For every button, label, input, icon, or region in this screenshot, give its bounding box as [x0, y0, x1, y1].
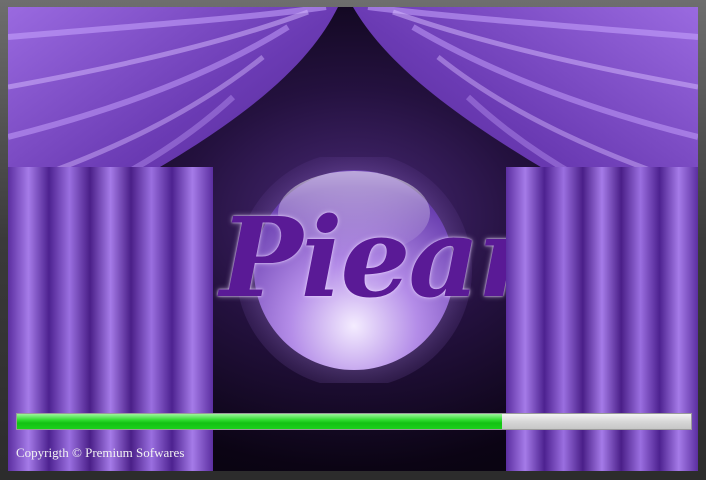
splash-stage: Piear Copyrigth © Premium Sofwares	[8, 7, 698, 471]
loading-progress-bar	[16, 413, 692, 430]
loading-progress-fill	[17, 414, 503, 429]
copyright-text: Copyrigth © Premium Sofwares	[16, 445, 185, 460]
splash-window-frame: Piear Copyrigth © Premium Sofwares	[0, 0, 706, 480]
